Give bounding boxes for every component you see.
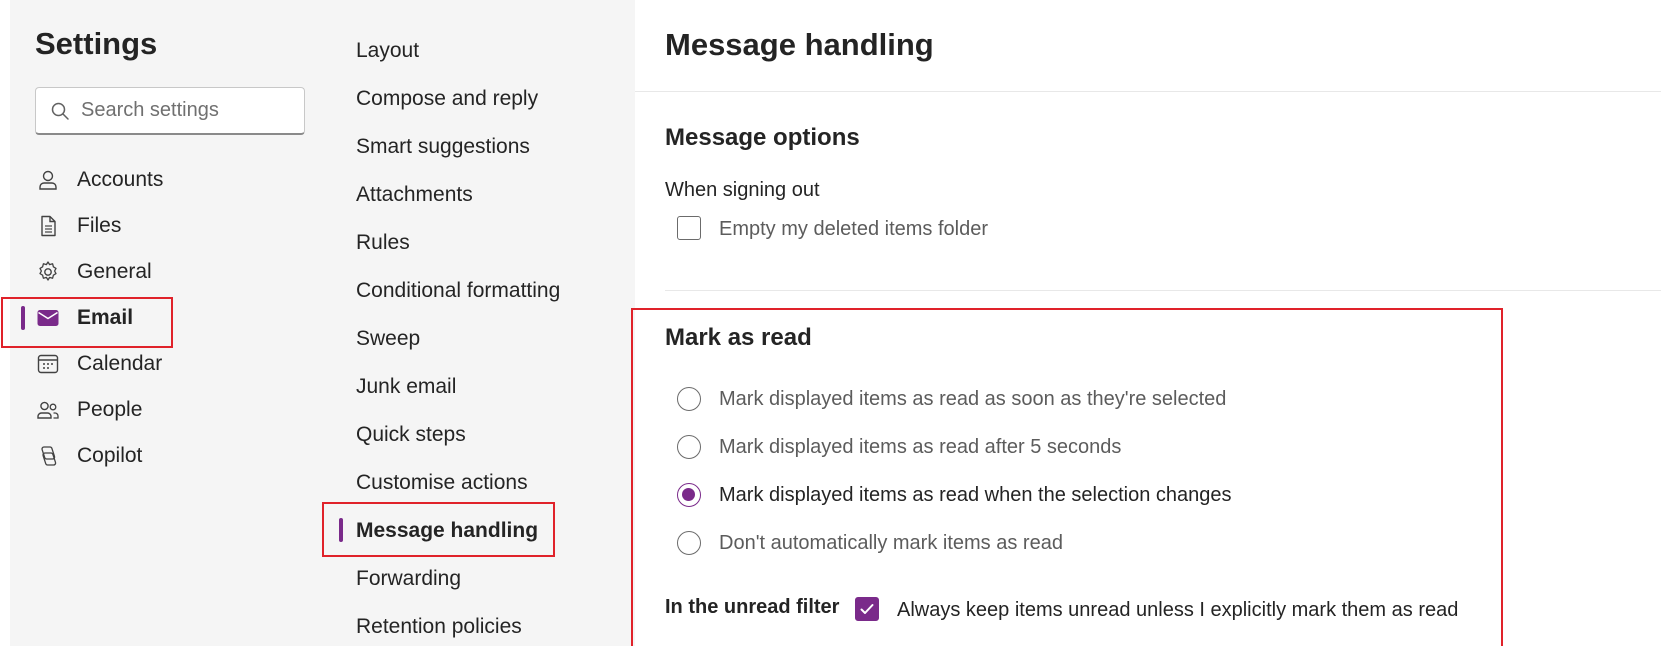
- mark-as-read-highlight-box: [631, 308, 1503, 646]
- sidebar-item-files[interactable]: Files: [10, 204, 335, 248]
- submenu-item-retention-policies[interactable]: Retention policies: [335, 606, 635, 646]
- email-highlight-box: [1, 297, 173, 348]
- empty-deleted-checkbox[interactable]: [677, 216, 701, 240]
- sidebar-item-label: Files: [77, 214, 122, 237]
- submenu-item-layout[interactable]: Layout: [335, 30, 635, 70]
- submenu-item-label: Rules: [356, 231, 410, 254]
- submenu-item-label: Junk email: [356, 375, 457, 398]
- submenu-item-attachments[interactable]: Attachments: [335, 174, 635, 214]
- search-box[interactable]: [35, 87, 305, 135]
- page-title: Message handling: [665, 27, 934, 62]
- copilot-icon: [41, 446, 57, 466]
- submenu-item-label: Retention policies: [356, 615, 522, 638]
- message-options-title: Message options: [665, 124, 860, 151]
- header-divider: [635, 91, 1661, 92]
- sidebar-item-label: People: [77, 398, 143, 421]
- gear-icon: [39, 261, 57, 281]
- submenu-item-label: Layout: [356, 39, 420, 62]
- submenu-item-label: Customise actions: [356, 471, 528, 494]
- sidebar-item-label: Copilot: [77, 444, 143, 467]
- submenu-item-label: Forwarding: [356, 567, 462, 590]
- submenu-item-quick-steps[interactable]: Quick steps: [335, 414, 635, 454]
- calendar-icon: [37, 354, 59, 374]
- person-icon: [39, 170, 57, 190]
- submenu-item-smart-suggestions[interactable]: Smart suggestions: [335, 126, 635, 166]
- sidebar-item-label: Accounts: [77, 168, 164, 191]
- submenu-item-label: Smart suggestions: [356, 135, 530, 158]
- submenu-item-compose-and-reply[interactable]: Compose and reply: [335, 78, 635, 118]
- file-icon: [41, 215, 56, 237]
- submenu-item-sweep[interactable]: Sweep: [335, 318, 635, 358]
- sidebar-item-label: Calendar: [77, 352, 163, 375]
- submenu-item-conditional-formatting[interactable]: Conditional formatting: [335, 270, 635, 310]
- signing-out-label: When signing out: [665, 179, 820, 201]
- people-icon: [37, 401, 59, 419]
- submenu-item-label: Conditional formatting: [356, 279, 561, 302]
- submenu-item-label: Sweep: [356, 327, 421, 350]
- submenu-item-forwarding[interactable]: Forwarding: [335, 558, 635, 598]
- submenu-item-label: Compose and reply: [356, 87, 539, 110]
- settings-title: Settings: [35, 26, 158, 61]
- search-input[interactable]: [81, 88, 296, 132]
- submenu-item-junk-email[interactable]: Junk email: [335, 366, 635, 406]
- empty-deleted-label: Empty my deleted items folder: [719, 218, 988, 240]
- search-icon: [51, 102, 69, 120]
- submenu-item-label: Attachments: [356, 183, 473, 206]
- sidebar-item-copilot[interactable]: Copilot: [10, 434, 335, 478]
- submenu-item-customise-actions[interactable]: Customise actions: [335, 462, 635, 502]
- section-divider: [665, 290, 1661, 291]
- sidebar-item-accounts[interactable]: Accounts: [10, 158, 335, 202]
- sidebar-item-label: General: [77, 260, 152, 283]
- settings-window: Settings Accounts Files: [0, 0, 1661, 646]
- sidebar-item-general[interactable]: General: [10, 250, 335, 294]
- message-handling-highlight-box: [322, 502, 555, 557]
- submenu-item-label: Quick steps: [356, 423, 466, 446]
- sidebar-item-calendar[interactable]: Calendar: [10, 342, 335, 386]
- submenu-item-rules[interactable]: Rules: [335, 222, 635, 262]
- sidebar-item-people[interactable]: People: [10, 388, 335, 432]
